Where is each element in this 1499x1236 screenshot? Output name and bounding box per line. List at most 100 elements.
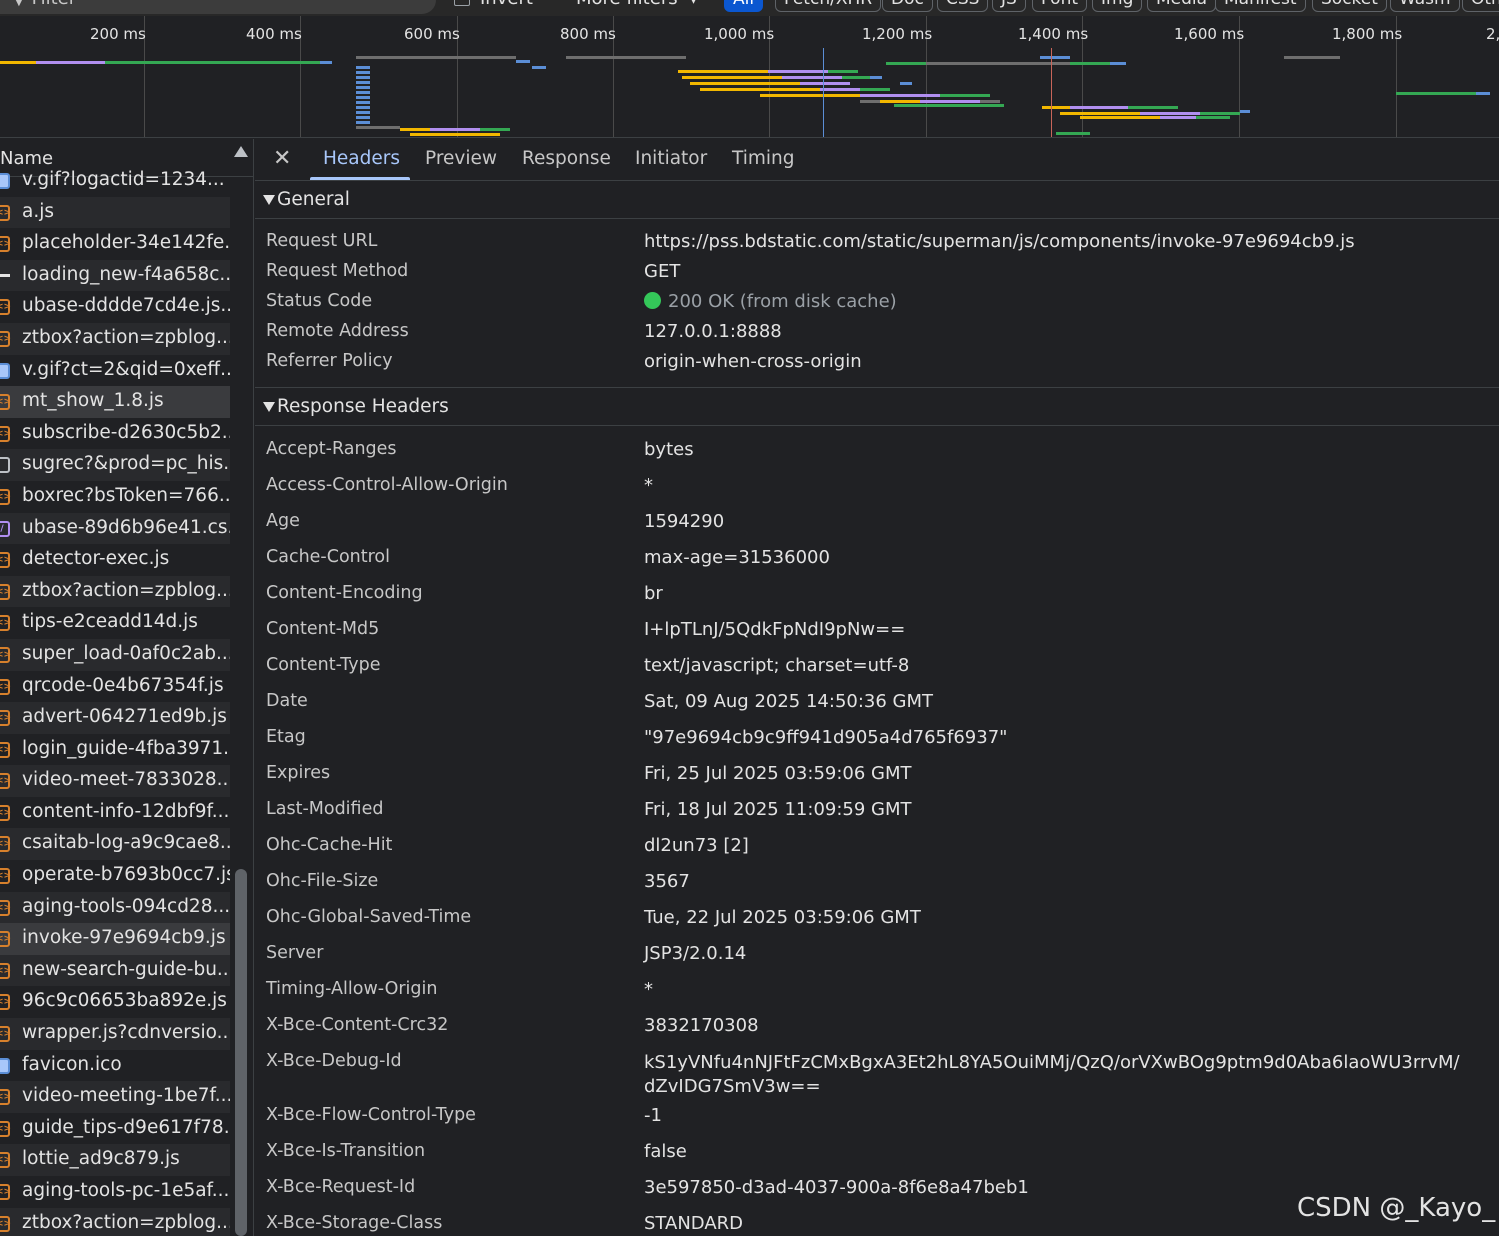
- request-bar: [860, 94, 940, 97]
- script-file-icon: <>: [0, 646, 11, 663]
- chip-doc[interactable]: Doc: [882, 0, 933, 12]
- request-row[interactable]: v.gif?logactid=1234...: [0, 165, 230, 197]
- request-bar: [356, 96, 370, 99]
- response-headers-section-title: Response Headers: [277, 396, 449, 417]
- request-row[interactable]: <> advert-064271ed9b.js: [0, 702, 230, 734]
- tick-label: 400 ms: [246, 25, 302, 43]
- request-row[interactable]: <> placeholder-34e142fe...: [0, 228, 230, 260]
- script-file-icon: <>: [0, 330, 11, 347]
- request-row[interactable]: <> 96c9c06653ba892e.js: [0, 986, 230, 1018]
- response-header-value: "97e9694cb9c9ff941d905a4d765f6937": [644, 727, 1008, 748]
- request-row[interactable]: <> ztbox?action=zpblog...: [0, 322, 230, 355]
- tick-label: 2,: [1486, 25, 1499, 43]
- chip-js[interactable]: JS: [992, 0, 1026, 12]
- script-file-icon: <>: [0, 741, 11, 758]
- request-row[interactable]: sugrec?&prod=pc_his...: [0, 449, 230, 481]
- request-row[interactable]: favicon.ico: [0, 1050, 230, 1082]
- request-name: favicon.ico: [22, 1053, 122, 1075]
- close-icon[interactable]: ✕: [273, 146, 291, 172]
- chip-all[interactable]: All: [724, 0, 764, 12]
- request-row[interactable]: <> super_load-0af0c2ab...: [0, 638, 230, 671]
- response-header-value: max-age=31536000: [644, 547, 830, 568]
- other-file-icon: [0, 273, 10, 277]
- chip-manifest[interactable]: Manifest: [1215, 0, 1306, 12]
- script-file-icon: <>: [0, 1215, 11, 1232]
- request-row[interactable]: <> tips-e2ceadd14d.js: [0, 607, 230, 639]
- filter-input[interactable]: ▼ Filter: [0, 0, 436, 14]
- tab-timing[interactable]: Timing: [732, 148, 795, 169]
- request-row[interactable]: <> boxrec?bsToken=766...: [0, 481, 230, 513]
- request-row[interactable]: <> ztbox?action=zpblog...: [0, 575, 230, 608]
- chip-img[interactable]: Img: [1092, 0, 1143, 12]
- overview-timeline[interactable]: 200 ms 400 ms 600 ms 800 ms 1,000 ms 1,2…: [0, 16, 1499, 138]
- request-row[interactable]: <> csaitab-log-a9c9cae8...: [0, 828, 230, 861]
- tab-response[interactable]: Response: [522, 148, 611, 169]
- response-header-value: 3832170308: [644, 1015, 759, 1036]
- script-file-icon: <>: [0, 1089, 11, 1106]
- script-file-icon: <>: [0, 488, 11, 505]
- general-key: Request URL: [266, 231, 378, 251]
- request-row[interactable]: loading_new-f4a658c...: [0, 259, 230, 292]
- request-name: qrcode-0e4b67354f.js: [22, 674, 224, 696]
- scrollbar-thumb[interactable]: [235, 869, 247, 1236]
- request-row[interactable]: <> video-meeting-1be7f...: [0, 1081, 230, 1113]
- request-row[interactable]: <> new-search-guide-bu...: [0, 954, 230, 987]
- request-row[interactable]: <> qrcode-0e4b67354f.js: [0, 671, 230, 703]
- request-bar: [782, 76, 842, 79]
- request-row[interactable]: <> lottie_ad9c879.js: [0, 1144, 230, 1176]
- request-bar: [1080, 116, 1160, 119]
- details-tabbar: ✕ Headers Preview Response Initiator Tim…: [255, 139, 1499, 181]
- request-row[interactable]: <> aging-tools-094cd28...: [0, 891, 230, 924]
- tab-initiator[interactable]: Initiator: [635, 148, 707, 169]
- tab-headers[interactable]: Headers: [323, 148, 400, 169]
- request-row[interactable]: <> login_guide-4fba3971...: [0, 734, 230, 766]
- stylesheet-file-icon: /: [0, 520, 10, 537]
- response-header-value: 3567: [644, 871, 690, 892]
- request-bar: [1060, 112, 1140, 115]
- request-row[interactable]: <> operate-b7693b0cc7.js: [0, 860, 230, 892]
- script-file-icon: <>: [0, 425, 11, 442]
- chip-socket[interactable]: Socket: [1312, 0, 1387, 12]
- general-section-header[interactable]: General: [255, 181, 1499, 219]
- request-name: operate-b7693b0cc7.js: [22, 864, 230, 886]
- request-bar: [1160, 116, 1196, 119]
- chip-wasm[interactable]: Wasm: [1390, 0, 1460, 12]
- response-header-key: Access-Control-Allow-Origin: [266, 475, 508, 495]
- request-bar: [356, 76, 370, 79]
- request-row[interactable]: <> guide_tips-d9e617f78...: [0, 1113, 230, 1145]
- request-row[interactable]: <> content-info-12dbf9f...: [0, 797, 230, 829]
- request-row[interactable]: <> invoke-97e9694cb9.js: [0, 923, 230, 955]
- request-row[interactable]: <> video-meet-7833028...: [0, 765, 230, 797]
- request-row[interactable]: <> mt_show_1.8.js: [0, 386, 230, 418]
- request-row[interactable]: / ubase-89d6b96e41.cs...: [0, 512, 230, 545]
- request-row[interactable]: <> a.js: [0, 196, 230, 229]
- request-row[interactable]: <> detector-exec.js: [0, 544, 230, 576]
- response-headers-section-header[interactable]: Response Headers: [255, 388, 1499, 426]
- request-bar: [1056, 132, 1090, 135]
- chip-css[interactable]: CSS: [937, 0, 989, 12]
- request-bar: [828, 70, 858, 73]
- response-header-key: Age: [266, 511, 300, 531]
- request-row[interactable]: v.gif?ct=2&qid=0xeff...: [0, 355, 230, 387]
- chip-other[interactable]: Other: [1462, 0, 1499, 12]
- chip-font[interactable]: Font: [1032, 0, 1088, 12]
- request-bar: [1042, 106, 1070, 109]
- script-file-icon: <>: [0, 931, 11, 948]
- script-file-icon: <>: [0, 299, 11, 316]
- script-file-icon: <>: [0, 678, 11, 695]
- invert-checkbox[interactable]: [454, 0, 470, 6]
- tab-preview[interactable]: Preview: [425, 148, 497, 169]
- chip-fetch-xhr[interactable]: Fetch/XHR: [775, 0, 882, 12]
- more-filters-button[interactable]: More filters ▾: [576, 0, 698, 10]
- request-name: v.gif?logactid=1234...: [22, 169, 225, 190]
- chip-media[interactable]: Media: [1147, 0, 1217, 12]
- request-row[interactable]: <> wrapper.js?cdnversio...: [0, 1018, 230, 1050]
- request-row[interactable]: <> ztbox?action=zpblog...: [0, 1207, 230, 1236]
- request-row[interactable]: <> aging-tools-pc-1e5af...: [0, 1176, 230, 1208]
- invert-label: Invert: [480, 0, 533, 10]
- request-row[interactable]: <> ubase-dddde7cd4e.js...: [0, 291, 230, 323]
- request-row[interactable]: <> subscribe-d2630c5b2...: [0, 418, 230, 450]
- response-header-key: Etag: [266, 727, 306, 747]
- request-name: lottie_ad9c879.js: [22, 1148, 180, 1170]
- status-dot-icon: [644, 292, 661, 309]
